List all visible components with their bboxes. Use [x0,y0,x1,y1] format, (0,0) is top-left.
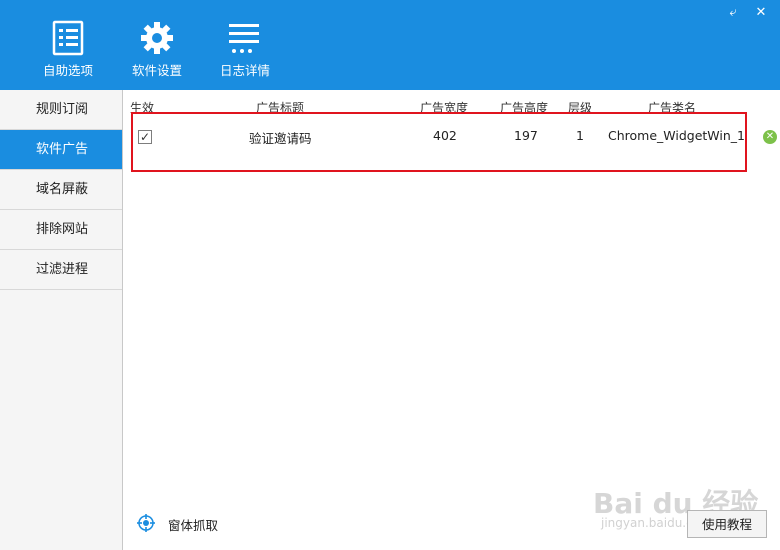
nav-label: 软件设置 [131,63,182,78]
sidebar-item-rule-subscription[interactable]: 规则订阅 [0,90,122,130]
ad-level-cell: 1 [576,128,584,143]
ads-panel: 生效 广告标题 广告宽度 广告高度 层级 广告类名 ✓ 验证邀请码 402 19… [123,90,780,550]
sidebar-item-exclude-sites[interactable]: 排除网站 [0,210,122,250]
ad-title-cell: 验证邀请码 [249,131,312,146]
ad-class-name-cell: Chrome_WidgetWin_1 [608,128,745,143]
sidebar-item-software-ads[interactable]: 软件广告 [0,130,122,170]
nav-self-help-options[interactable]: 自助选项 [28,20,108,82]
top-toolbar: ⤶ ✕ 自助选项 软件设置 日志详情 [0,0,780,90]
tutorial-button[interactable]: 使用教程 [687,510,767,538]
nav-label: 自助选项 [42,63,93,78]
checklist-icon [48,20,88,56]
enabled-checkbox[interactable]: ✓ [138,130,152,144]
nav-software-settings[interactable]: 软件设置 [117,20,197,82]
sidebar-item-domain-block[interactable]: 域名屏蔽 [0,170,122,210]
delete-row-icon[interactable]: ✕ [763,130,777,144]
log-list-icon [225,20,265,56]
close-button[interactable]: ✕ [750,4,772,22]
ad-height-cell: 197 [514,128,538,143]
ad-width-cell: 402 [433,128,457,143]
window-grab-label: 窗体抓取 [168,518,219,533]
sidebar: 规则订阅 软件广告 域名屏蔽 排除网站 过滤进程 [0,90,123,550]
nav-log-details[interactable]: 日志详情 [205,20,285,82]
restore-button[interactable]: ⤶ [722,4,744,22]
sidebar-item-filter-process[interactable]: 过滤进程 [0,250,122,290]
gear-icon [137,20,177,56]
crosshair-icon [137,514,155,532]
nav-label: 日志详情 [219,63,270,78]
